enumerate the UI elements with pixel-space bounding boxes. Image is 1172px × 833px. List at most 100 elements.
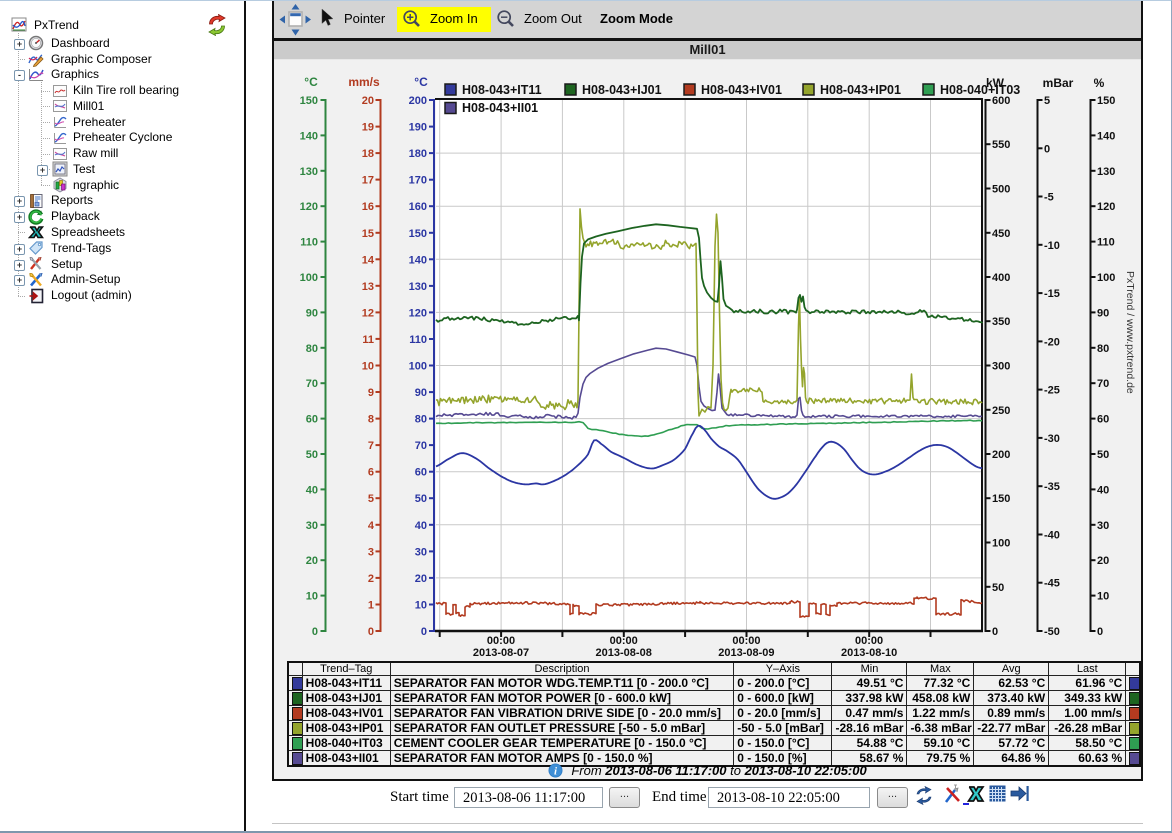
svg-text:14: 14 <box>362 254 375 266</box>
svg-text:80: 80 <box>306 343 318 355</box>
svg-text:200: 200 <box>992 449 1010 461</box>
svg-text:10: 10 <box>306 591 318 603</box>
svg-text:17: 17 <box>362 175 374 187</box>
svg-text:12: 12 <box>362 307 374 319</box>
svg-text:-50: -50 <box>1044 626 1060 638</box>
svg-text:6: 6 <box>368 467 374 479</box>
svg-text:1: 1 <box>368 600 374 612</box>
svg-text:90: 90 <box>415 387 427 399</box>
svg-text:60: 60 <box>415 467 427 479</box>
svg-text:30: 30 <box>415 546 427 558</box>
svg-text:0: 0 <box>421 626 427 638</box>
svg-text:140: 140 <box>300 130 318 142</box>
svg-text:100: 100 <box>1097 272 1115 284</box>
svg-text:150: 150 <box>300 95 318 107</box>
svg-text:5: 5 <box>368 493 374 505</box>
svg-text:10: 10 <box>415 600 427 612</box>
svg-text:50: 50 <box>1097 449 1109 461</box>
svg-text:H08-043+IT11: H08-043+IT11 <box>462 83 542 97</box>
svg-text:mBar: mBar <box>1043 76 1074 90</box>
svg-text:2013-08-07: 2013-08-07 <box>473 647 529 659</box>
svg-text:2013-08-10: 2013-08-10 <box>841 647 897 659</box>
svg-text:100: 100 <box>992 538 1010 550</box>
svg-text:110: 110 <box>409 334 427 346</box>
svg-text:400: 400 <box>992 272 1010 284</box>
svg-text:140: 140 <box>409 254 427 266</box>
svg-text:70: 70 <box>415 440 427 452</box>
svg-text:H08-040+IT03: H08-040+IT03 <box>940 83 1020 97</box>
svg-text:00:00: 00:00 <box>610 635 638 647</box>
svg-text:130: 130 <box>409 281 427 293</box>
svg-text:450: 450 <box>992 228 1010 240</box>
svg-text:200: 200 <box>409 95 427 107</box>
svg-text:9: 9 <box>368 387 374 399</box>
svg-text:0: 0 <box>992 626 998 638</box>
svg-text:0: 0 <box>1044 143 1050 155</box>
svg-text:90: 90 <box>306 307 318 319</box>
svg-text:-30: -30 <box>1044 433 1060 445</box>
svg-text:140: 140 <box>1097 130 1115 142</box>
svg-text:120: 120 <box>409 307 427 319</box>
svg-text:4: 4 <box>368 520 375 532</box>
svg-text:40: 40 <box>415 520 427 532</box>
svg-text:60: 60 <box>306 414 318 426</box>
svg-text:250: 250 <box>992 405 1010 417</box>
svg-text:90: 90 <box>1097 307 1109 319</box>
svg-text:20: 20 <box>1097 555 1109 567</box>
svg-text:H08-043+IJ01: H08-043+IJ01 <box>582 83 662 97</box>
svg-text:PxTrend / www.pxtrend.de: PxTrend / www.pxtrend.de <box>1124 271 1136 394</box>
svg-text:10: 10 <box>1097 591 1109 603</box>
svg-text:70: 70 <box>1097 378 1109 390</box>
svg-text:11: 11 <box>362 334 374 346</box>
svg-text:8: 8 <box>368 414 374 426</box>
svg-text:18: 18 <box>362 148 374 160</box>
svg-text:300: 300 <box>992 361 1010 373</box>
svg-text:30: 30 <box>1097 520 1109 532</box>
svg-text:40: 40 <box>1097 484 1109 496</box>
svg-text:80: 80 <box>1097 343 1109 355</box>
svg-text:13: 13 <box>362 281 374 293</box>
svg-text:40: 40 <box>306 484 318 496</box>
svg-text:16: 16 <box>362 201 374 213</box>
svg-text:H08-043+IP01: H08-043+IP01 <box>820 83 901 97</box>
svg-text:350: 350 <box>992 316 1010 328</box>
svg-text:50: 50 <box>306 449 318 461</box>
svg-text:110: 110 <box>300 237 318 249</box>
svg-text:150: 150 <box>1097 95 1115 107</box>
svg-text:100: 100 <box>409 361 427 373</box>
svg-text:50: 50 <box>415 493 427 505</box>
svg-text:-10: -10 <box>1044 240 1060 252</box>
svg-text:550: 550 <box>992 139 1010 151</box>
svg-text:100: 100 <box>300 272 318 284</box>
svg-text:120: 120 <box>1097 201 1115 213</box>
svg-text:10: 10 <box>362 361 374 373</box>
svg-text:130: 130 <box>1097 166 1115 178</box>
svg-text:-5: -5 <box>1044 192 1054 204</box>
svg-text:19: 19 <box>362 122 374 134</box>
svg-text:50: 50 <box>992 582 1004 594</box>
svg-text:15: 15 <box>362 228 374 240</box>
svg-text:160: 160 <box>409 201 427 213</box>
svg-text:190: 190 <box>409 122 427 134</box>
svg-text:0: 0 <box>312 626 318 638</box>
svg-text:2013-08-09: 2013-08-09 <box>718 647 774 659</box>
svg-text:170: 170 <box>409 175 427 187</box>
svg-text:7: 7 <box>368 440 374 452</box>
svg-text:2013-08-08: 2013-08-08 <box>596 647 652 659</box>
svg-text:150: 150 <box>409 228 427 240</box>
svg-text:500: 500 <box>992 184 1010 196</box>
svg-text:30: 30 <box>306 520 318 532</box>
svg-text:120: 120 <box>300 201 318 213</box>
svg-text:5: 5 <box>1044 95 1050 107</box>
svg-text:0: 0 <box>1097 626 1103 638</box>
svg-text:-45: -45 <box>1044 578 1060 590</box>
svg-text:00:00: 00:00 <box>732 635 760 647</box>
svg-text:00:00: 00:00 <box>487 635 515 647</box>
svg-text:2: 2 <box>368 573 374 585</box>
svg-text:mm/s: mm/s <box>348 75 380 89</box>
svg-text:150: 150 <box>992 493 1010 505</box>
svg-text:-25: -25 <box>1044 385 1060 397</box>
svg-text:%: % <box>1094 76 1105 90</box>
svg-text:-40: -40 <box>1044 530 1060 542</box>
svg-text:3: 3 <box>368 546 374 558</box>
